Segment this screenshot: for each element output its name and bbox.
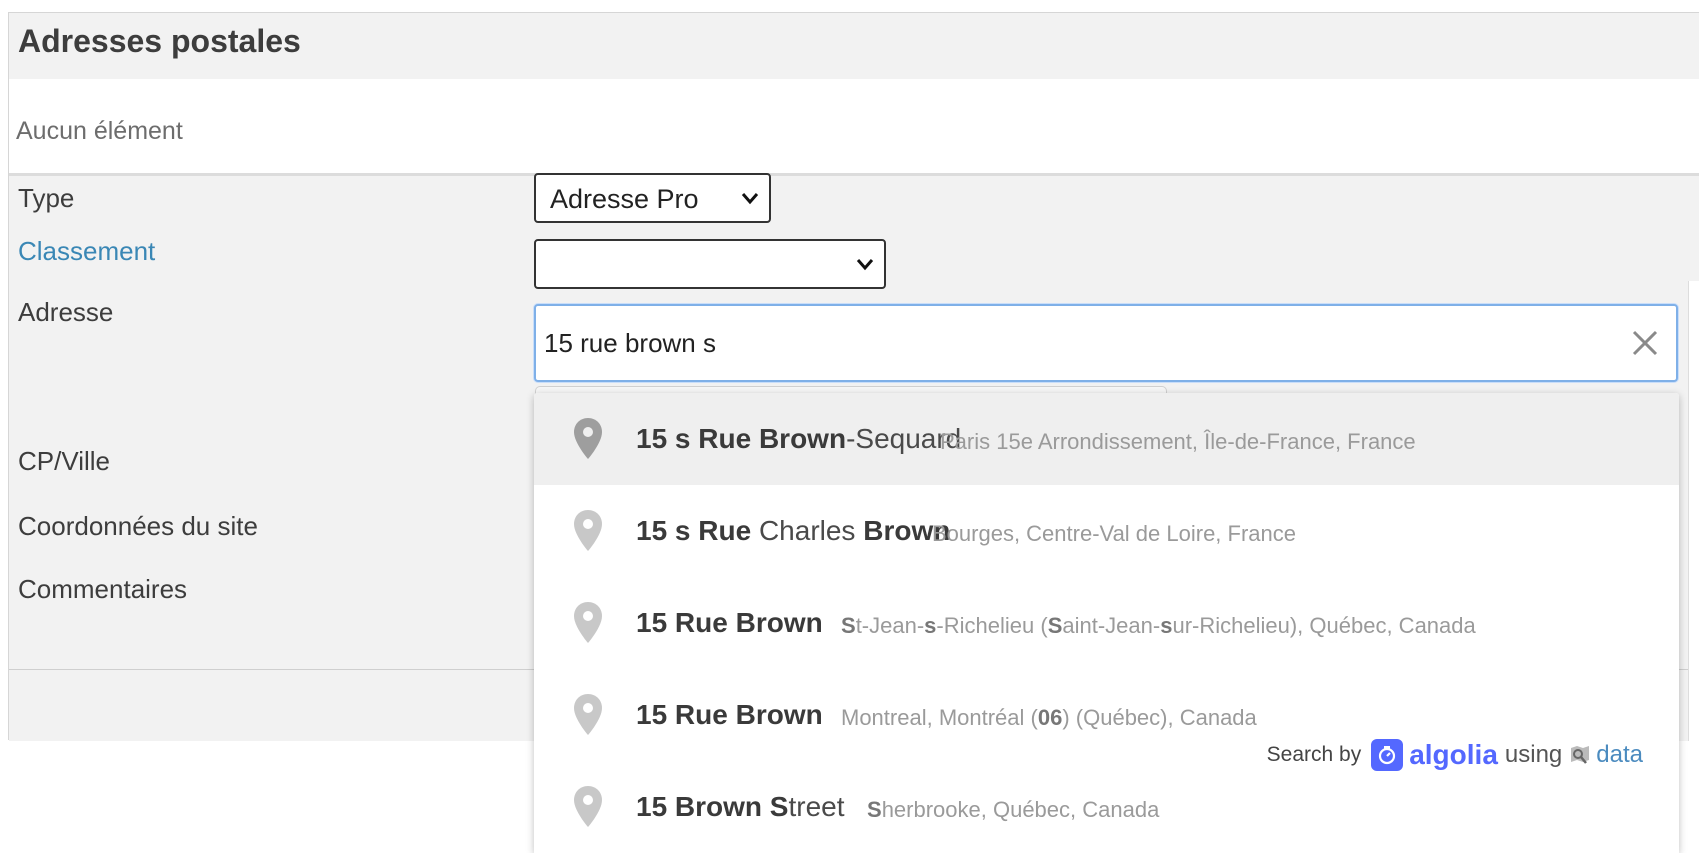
address-search-input[interactable]: 15 rue brown s (534, 304, 1678, 382)
match-highlight: 15 Rue Brown (636, 699, 823, 730)
algolia-brand-text: algolia (1409, 739, 1498, 770)
empty-list-row: Aucun élément (9, 79, 1699, 176)
suggestion-item[interactable]: 15 Rue Brown St-Jean-s-Richelieu (Saint-… (534, 577, 1679, 669)
suggestion-location: Montreal, Montréal (06) (Québec), Canada (841, 705, 1257, 731)
suggestion-name: 15 s Rue Brown-Sequard (636, 423, 961, 455)
adresse-label: Adresse (18, 297, 114, 327)
match-highlight: S (867, 797, 882, 822)
suggestion-item[interactable]: 15 s Rue Charles Brown Bourges, Centre-V… (534, 485, 1679, 577)
match-highlight: 15 Brown S (636, 791, 789, 822)
text-segment: aint-Jean- (1062, 613, 1161, 638)
search-attribution: Search by algolia using data (1267, 735, 1643, 775)
page-edge (1688, 281, 1699, 741)
map-pin-icon (574, 418, 602, 459)
type-select-value: Adresse Pro (550, 184, 699, 214)
suggestion-name: 15 Rue Brown (636, 607, 823, 639)
close-icon[interactable] (1630, 328, 1660, 358)
suggestion-name: 15 Brown Street (636, 791, 845, 823)
suggestion-item[interactable]: 15 s Rue Brown-Sequard Paris 15e Arrondi… (534, 393, 1679, 485)
comments-label: Commentaires (18, 574, 188, 604)
type-select[interactable]: Adresse Pro (534, 173, 771, 223)
text-segment: ur-Richelieu), Québec, Canada (1172, 613, 1476, 638)
text-segment: Charles (751, 515, 864, 546)
match-highlight: 15 s Rue (636, 515, 752, 546)
osm-data-link[interactable]: data (1596, 741, 1643, 769)
coordinates-label: Coordonnées du site (18, 511, 258, 541)
suggestion-location: Bourges, Centre-Val de Loire, France (932, 521, 1296, 547)
match-highlight: 06 (1037, 705, 1063, 730)
chevron-down-icon (856, 259, 874, 271)
text-segment: Montreal, Montréal ( (841, 705, 1038, 730)
empty-list-text: Aucun élément (16, 117, 183, 145)
using-label: using (1504, 741, 1563, 768)
map-pin-icon (574, 510, 602, 551)
suggestion-name: 15 Rue Brown (636, 699, 823, 731)
cpville-label: CP/Ville (18, 446, 111, 476)
address-suggestions-dropdown: 15 s Rue Brown-Sequard Paris 15e Arrondi… (534, 393, 1679, 853)
match-highlight: 15 Rue Brown (636, 607, 823, 638)
text-segment: -Richelieu ( (936, 613, 1048, 638)
match-highlight: S (841, 613, 856, 638)
match-highlight: 15 s Rue Brown (636, 423, 847, 454)
text-segment: treet (788, 791, 845, 822)
osm-magnifier-icon (1571, 746, 1590, 764)
suggestion-location: Paris 15e Arrondissement, Île-de-France,… (940, 429, 1416, 455)
suggestion-name: 15 s Rue Charles Brown (636, 515, 950, 547)
type-label: Type (18, 183, 75, 213)
classement-label-link[interactable]: Classement (18, 236, 155, 267)
classement-select[interactable] (534, 239, 886, 289)
algolia-logo[interactable]: algolia (1371, 739, 1498, 771)
chevron-down-icon (741, 193, 759, 205)
match-highlight: S (1047, 613, 1063, 638)
text-segment: ) (Québec), Canada (1062, 705, 1257, 730)
text-segment: Bourges, Centre-Val de Loire, France (932, 521, 1296, 546)
map-pin-icon (574, 786, 602, 827)
search-by-label: Search by (1266, 743, 1362, 766)
algolia-badge-icon (1371, 739, 1404, 771)
page-title: Adresses postales (18, 23, 301, 59)
text-segment: herbrooke, Québec, Canada (881, 797, 1160, 822)
suggestion-location: Sherbrooke, Québec, Canada (867, 797, 1159, 823)
match-highlight: s (1160, 613, 1173, 638)
match-highlight: s (924, 613, 937, 638)
panel-header: Adresses postales (9, 13, 1699, 79)
map-pin-icon (574, 602, 602, 643)
text-segment: t-Jean- (855, 613, 925, 638)
text-segment: Paris 15e Arrondissement, Île-de-France,… (940, 429, 1416, 454)
suggestion-location: St-Jean-s-Richelieu (Saint-Jean-sur-Rich… (841, 613, 1476, 639)
address-input-value: 15 rue brown s (544, 328, 716, 358)
map-pin-icon (574, 694, 602, 735)
